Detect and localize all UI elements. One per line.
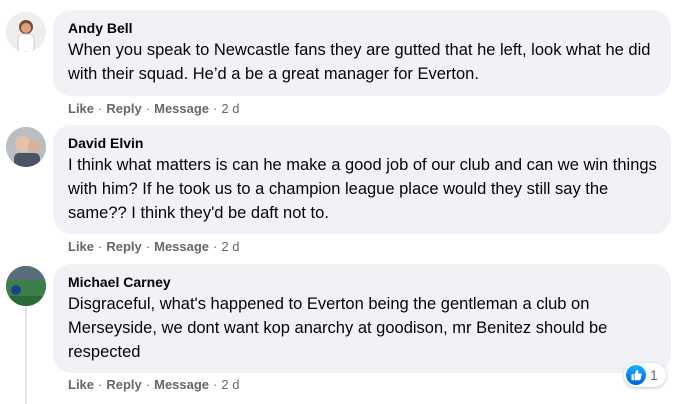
- separator: ·: [213, 239, 218, 254]
- separator: ·: [145, 101, 151, 116]
- reaction-count: 1: [650, 367, 658, 383]
- comment-actions: Like · Reply · Message · 2 d: [68, 377, 239, 393]
- separator: ·: [98, 239, 103, 254]
- timestamp[interactable]: 2 d: [221, 239, 239, 254]
- timestamp[interactable]: 2 d: [221, 377, 239, 392]
- comment-bubble: Andy Bell When you speak to Newcastle fa…: [53, 10, 671, 96]
- like-button[interactable]: Like: [68, 377, 94, 392]
- reaction-count-badge[interactable]: 1: [624, 363, 666, 387]
- separator: ·: [145, 239, 151, 254]
- comment-bubble: David Elvin I think what matters is can …: [53, 125, 671, 234]
- message-button[interactable]: Message: [154, 101, 209, 116]
- separator: ·: [213, 101, 218, 116]
- comment-author[interactable]: Andy Bell: [68, 19, 657, 37]
- thread-line: [25, 306, 27, 404]
- reply-button[interactable]: Reply: [106, 377, 141, 392]
- comment-text: I think what matters is can he make a go…: [68, 156, 657, 222]
- comment-bubble: Michael Carney Disgraceful, what's happe…: [53, 264, 671, 373]
- separator: ·: [145, 377, 151, 392]
- timestamp[interactable]: 2 d: [221, 101, 239, 116]
- comment-author[interactable]: David Elvin: [68, 134, 657, 152]
- separator: ·: [98, 101, 103, 116]
- avatar[interactable]: [6, 127, 46, 167]
- message-button[interactable]: Message: [154, 377, 209, 392]
- separator: ·: [213, 377, 218, 392]
- separator: ·: [98, 377, 103, 392]
- like-button[interactable]: Like: [68, 239, 94, 254]
- comment-text: When you speak to Newcastle fans they ar…: [68, 41, 651, 83]
- comment-text: Disgraceful, what's happened to Everton …: [68, 295, 608, 361]
- message-button[interactable]: Message: [154, 239, 209, 254]
- like-button[interactable]: Like: [68, 101, 94, 116]
- comment-author[interactable]: Michael Carney: [68, 273, 657, 291]
- like-icon: [626, 365, 646, 385]
- avatar[interactable]: [6, 266, 46, 306]
- avatar[interactable]: [6, 12, 46, 52]
- reply-button[interactable]: Reply: [106, 239, 141, 254]
- reply-button[interactable]: Reply: [106, 101, 141, 116]
- comment-actions: Like · Reply · Message · 2 d: [68, 101, 239, 117]
- comment-actions: Like · Reply · Message · 2 d: [68, 239, 239, 255]
